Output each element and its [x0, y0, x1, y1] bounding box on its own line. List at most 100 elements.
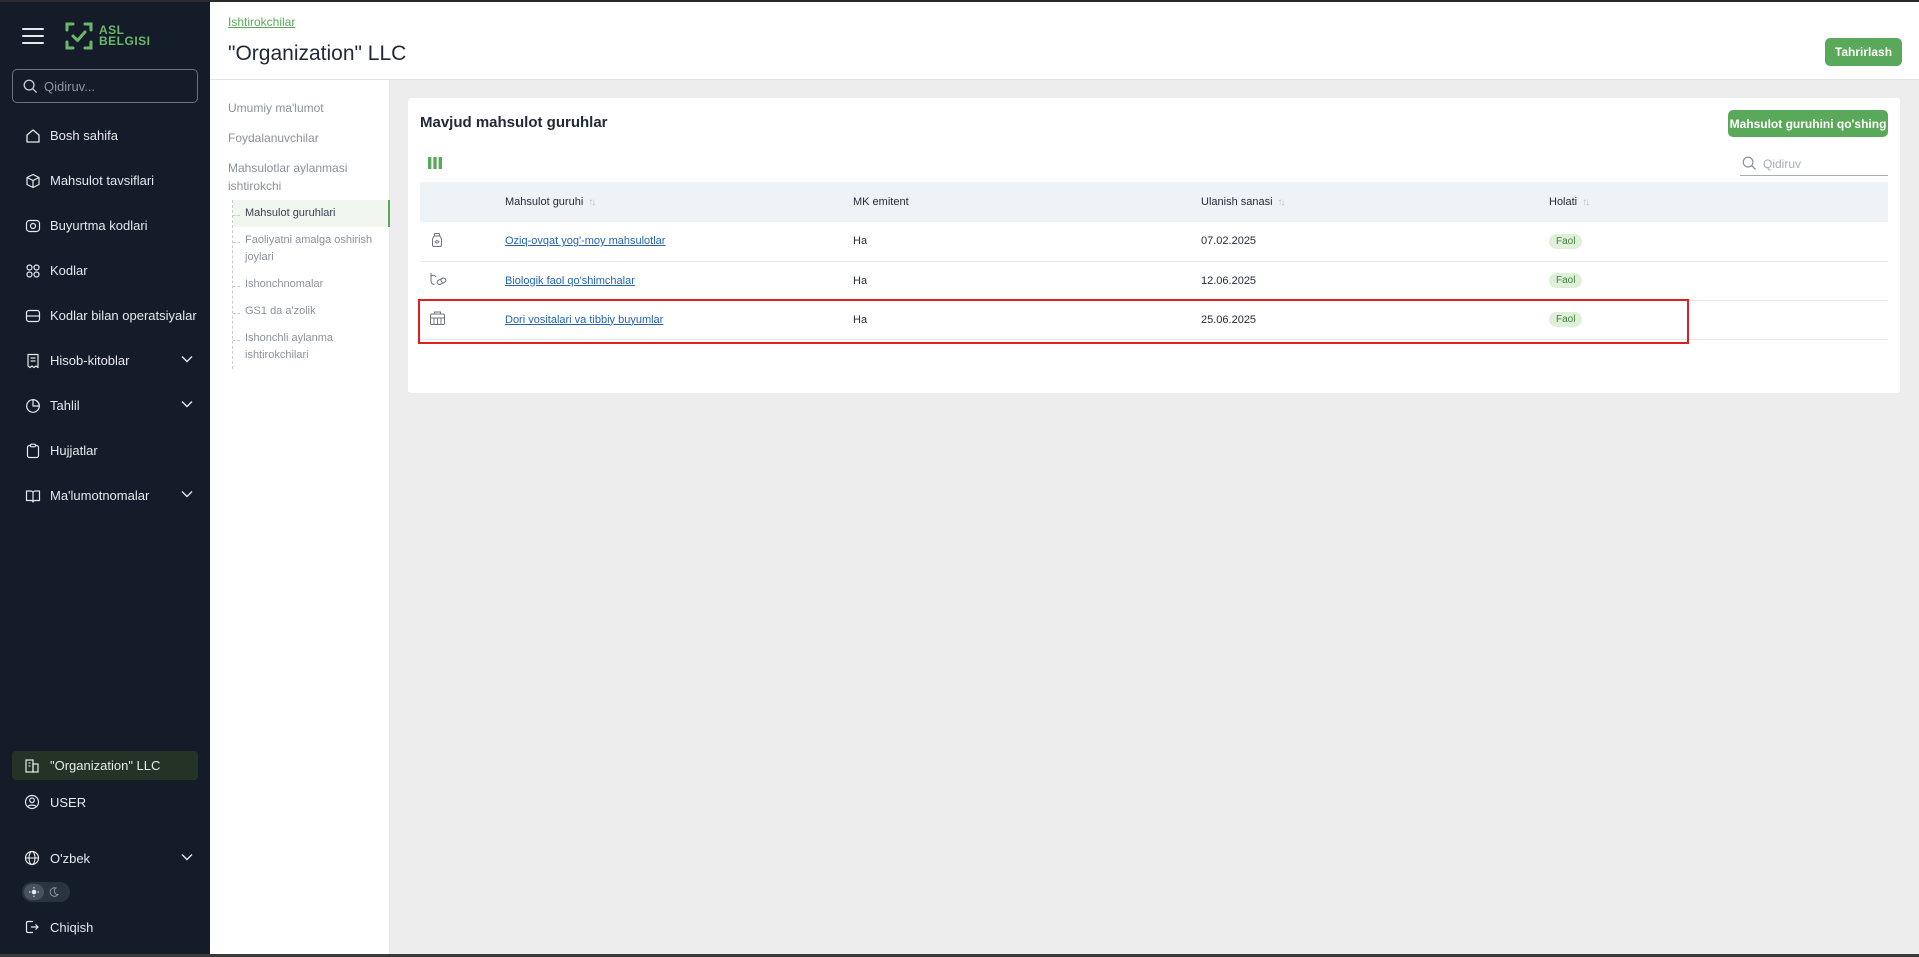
- header-connection-date[interactable]: Ulanish sanasi ↑↓: [1201, 182, 1549, 222]
- sidebar-item-home[interactable]: Bosh sahifa: [12, 113, 198, 158]
- header-status[interactable]: Holati ↑↓: [1549, 182, 1888, 222]
- card-title: Mavjud mahsulot guruhlar: [420, 114, 608, 131]
- logo[interactable]: ASL BELGISI: [64, 21, 151, 51]
- sidebar-item-label: Hujjatlar: [50, 443, 98, 458]
- sidebar-item-codes[interactable]: Kodlar: [12, 248, 198, 293]
- chevron-down-icon[interactable]: [180, 352, 194, 366]
- row-product-group-cell: Biologik faol qo'shimchalar: [505, 261, 853, 301]
- sidebar: ASL BELGISI Bosh sahifa Mahsulot tavsifl…: [0, 0, 210, 957]
- subnav-activity-places[interactable]: Faoliyatni amalga oshirish joylari: [233, 227, 390, 271]
- product-group-link[interactable]: Oziq-ovqat yog'-moy mahsulotlar: [505, 235, 665, 247]
- chevron-down-icon[interactable]: [180, 397, 194, 411]
- table-row: Oziq-ovqat yog'-moy mahsulotlar Ha 07.02…: [420, 222, 1888, 262]
- sidebar-search-input[interactable]: [44, 78, 184, 94]
- sort-icon[interactable]: ↑↓: [588, 197, 596, 208]
- receipt-icon: [24, 352, 42, 370]
- subnav-power-of-attorney[interactable]: Ishonchnomalar: [233, 271, 390, 298]
- chevron-down-icon[interactable]: [180, 487, 194, 501]
- table-row: Biologik faol qo'shimchalar Ha 12.06.202…: [420, 261, 1888, 301]
- box-icon: [24, 172, 42, 190]
- subnav-trusted-participants[interactable]: Ishonchli aylanma ishtirokchilari: [233, 325, 390, 369]
- sidebar-item-analytics[interactable]: Tahlil: [12, 383, 198, 428]
- menu-icon[interactable]: [22, 28, 44, 44]
- sidebar-organization[interactable]: "Organization" LLC: [12, 751, 198, 780]
- sidebar-search: [12, 69, 198, 103]
- header-product-group[interactable]: Mahsulot guruhi ↑↓: [505, 182, 853, 222]
- table-row: Dori vositalari va tibbiy buyumlar Ha 25…: [420, 300, 1888, 340]
- home-icon: [24, 127, 42, 145]
- subnav-gs1-membership[interactable]: GS1 da a'zolik: [233, 298, 390, 325]
- sidebar-item-label: Hisob-kitoblar: [50, 353, 130, 368]
- header-mk-emitent: MK emitent: [853, 182, 1201, 222]
- logo-text: ASL BELGISI: [99, 24, 151, 47]
- row-product-group-cell: Dori vositalari va tibbiy buyumlar: [505, 300, 853, 340]
- row-status-cell: Faol: [1549, 222, 1888, 262]
- sidebar-item-label: Kodlar: [50, 263, 88, 278]
- moon-icon[interactable]: [44, 884, 64, 900]
- breadcrumb-participants[interactable]: Ishtirokchilar: [228, 15, 295, 29]
- subnav-general-info[interactable]: Umumiy ma'lumot: [228, 99, 324, 117]
- sidebar-item-label: Mahsulot tavsiflari: [50, 173, 155, 188]
- organization-name: "Organization" LLC: [50, 758, 161, 773]
- sidebar-item-references[interactable]: Ma'lumotnomalar: [12, 473, 198, 518]
- sidebar-item-label: Tahlil: [50, 398, 80, 413]
- theme-toggle[interactable]: [22, 882, 70, 902]
- header-icon-column: [420, 182, 505, 222]
- codes-icon: [24, 262, 42, 280]
- row-emitent-cell: Ha: [853, 261, 1201, 301]
- product-group-link[interactable]: Dori vositalari va tibbiy buyumlar: [505, 314, 663, 326]
- analytics-icon: [24, 397, 42, 415]
- row-emitent-cell: Ha: [853, 222, 1201, 262]
- sidebar-item-label: Bosh sahifa: [50, 128, 118, 143]
- logout-label: Chiqish: [50, 919, 94, 935]
- order-codes-icon: [24, 217, 42, 235]
- food-jar-icon: [429, 232, 445, 251]
- language-selector[interactable]: O'zbek: [12, 844, 198, 872]
- sidebar-nav: Bosh sahifa Mahsulot tavsiflari Buyurtma…: [12, 113, 198, 518]
- window-top-border: [0, 0, 1919, 2]
- clipboard-icon: [24, 442, 42, 460]
- sidebar-item-accounts[interactable]: Hisob-kitoblar: [12, 338, 198, 383]
- row-icon-cell: [420, 300, 505, 340]
- operations-icon: [24, 307, 42, 325]
- sun-icon[interactable]: [24, 884, 44, 900]
- row-date-cell: 25.06.2025: [1201, 300, 1549, 340]
- table-header-row: Mahsulot guruhi ↑↓ MK emitent Ulanish san…: [420, 182, 1888, 222]
- subnav-product-groups[interactable]: Mahsulot guruhlari: [233, 200, 390, 227]
- subnav-circulation[interactable]: Mahsulotlar aylanmasi ishtirokchi: [228, 159, 378, 195]
- logout-button[interactable]: Chiqish: [12, 913, 198, 941]
- sidebar-user[interactable]: USER: [12, 788, 198, 816]
- edit-button[interactable]: Tahrirlash: [1825, 38, 1902, 66]
- sort-icon[interactable]: ↑↓: [1582, 197, 1590, 208]
- sidebar-item-documents[interactable]: Hujjatlar: [12, 428, 198, 473]
- user-name: USER: [50, 794, 87, 810]
- supplements-icon: [429, 273, 447, 290]
- status-badge: Faol: [1549, 312, 1583, 327]
- user-icon: [24, 794, 42, 810]
- chevron-down-icon[interactable]: [180, 850, 194, 864]
- sidebar-item-label: Buyurtma kodlari: [50, 218, 148, 233]
- header-label: Holati: [1549, 196, 1578, 208]
- page-header: Ishtirokchilar "Organization" LLC Tahrir…: [210, 2, 1919, 80]
- row-product-group-cell: Oziq-ovqat yog'-moy mahsulotlar: [505, 222, 853, 262]
- sidebar-item-order-codes[interactable]: Buyurtma kodlari: [12, 203, 198, 248]
- columns-icon[interactable]: [428, 156, 442, 174]
- row-status-cell: Faol: [1549, 261, 1888, 301]
- row-date-cell: 07.02.2025: [1201, 222, 1549, 262]
- subnav-users[interactable]: Foydalanuvchilar: [228, 129, 319, 147]
- sidebar-item-code-operations[interactable]: Kodlar bilan operatsiyalar: [12, 293, 198, 338]
- sort-icon[interactable]: ↑↓: [1278, 197, 1286, 208]
- sidebar-item-label: Kodlar bilan operatsiyalar: [50, 308, 197, 323]
- product-group-link[interactable]: Biologik faol qo'shimchalar: [505, 275, 635, 287]
- table-search-input[interactable]: [1763, 156, 1883, 171]
- row-date-cell: 12.06.2025: [1201, 261, 1549, 301]
- header-label: MK emitent: [853, 196, 909, 208]
- header-label: Mahsulot guruhi: [505, 196, 584, 208]
- status-badge: Faol: [1549, 273, 1583, 288]
- logout-icon: [24, 919, 42, 935]
- header-label: Ulanish sanasi: [1201, 196, 1273, 208]
- row-icon-cell: [420, 261, 505, 301]
- table-search: [1740, 152, 1888, 176]
- add-product-group-button[interactable]: Mahsulot guruhini qo'shing: [1728, 110, 1888, 137]
- sidebar-item-product-descriptions[interactable]: Mahsulot tavsiflari: [12, 158, 198, 203]
